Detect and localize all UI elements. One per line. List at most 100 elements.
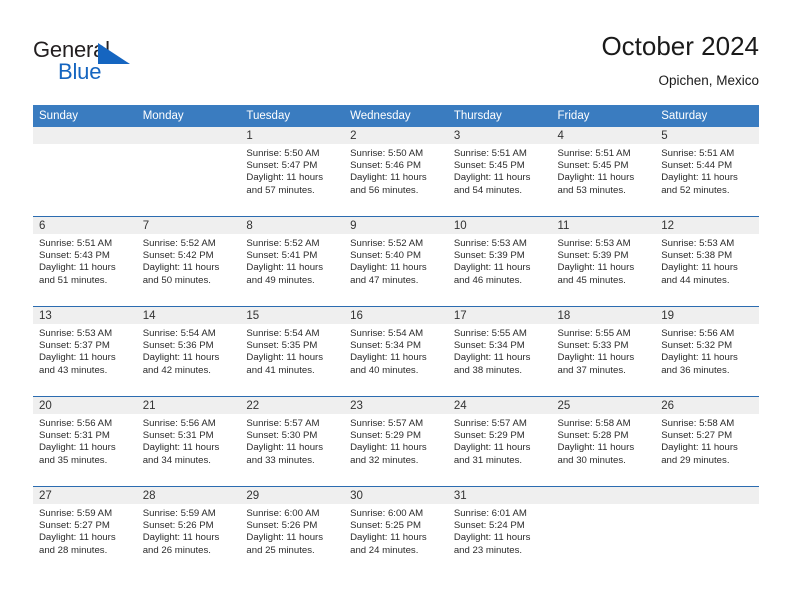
daylight-duration-line1: Daylight: 11 hours <box>39 262 116 274</box>
calendar-cell-inner: 21 Sunrise: 5:56 AM Sunset: 5:31 PM Dayligh… <box>136 397 241 486</box>
daylight-duration-line1: Daylight: 11 hours <box>246 172 324 184</box>
calendar-table: Sunday Monday Tuesday Wednesday Thursday… <box>33 105 759 576</box>
day-sun-info: Sunrise: 5:50 AM Sunset: 5:47 PM Daylight:… <box>240 144 344 197</box>
daylight-duration-line1: Daylight: 11 hours <box>453 532 531 544</box>
daylight-duration-line2: and 52 minutes. <box>661 184 730 196</box>
day-number: 2 <box>344 127 448 144</box>
sunrise-time: Sunrise: 5:57 AM <box>350 418 424 429</box>
calendar-day-cell[interactable]: 18 Sunrise: 5:55 AM Sunset: 5:33 PM Dayligh… <box>551 306 656 397</box>
sunrise-time: Sunrise: 5:53 AM <box>453 238 527 249</box>
calendar-day-cell[interactable]: 9 Sunrise: 5:52 AM Sunset: 5:40 PM Daylight… <box>344 216 448 307</box>
sunset-time: Sunset: 5:26 PM <box>246 520 318 532</box>
calendar-day-cell[interactable]: 28 Sunrise: 5:59 AM Sunset: 5:26 PM Dayligh… <box>136 487 241 577</box>
day-sun-info: Sunrise: 5:55 AM Sunset: 5:33 PM Daylight:… <box>552 324 656 377</box>
calendar-day-cell[interactable]: 11 Sunrise: 5:53 AM Sunset: 5:39 PM Dayligh… <box>551 216 656 307</box>
sunset-time: Sunset: 5:25 PM <box>350 520 422 532</box>
daylight-duration-line2: and 40 minutes. <box>350 364 419 376</box>
brand-logo[interactable]: General Blue <box>33 38 243 90</box>
calendar-day-cell[interactable]: 1 Sunrise: 5:50 AM Sunset: 5:47 PM Daylight… <box>240 127 345 217</box>
day-sun-info: Sunrise: 5:57 AM Sunset: 5:30 PM Daylight:… <box>240 414 344 467</box>
daylight-duration-line1: Daylight: 11 hours <box>661 262 738 274</box>
calendar-cell-inner: 26 Sunrise: 5:58 AM Sunset: 5:27 PM Dayligh… <box>655 397 759 486</box>
calendar-day-cell[interactable]: 23 Sunrise: 5:57 AM Sunset: 5:29 PM Dayligh… <box>344 396 448 487</box>
calendar-cell-inner: 3 Sunrise: 5:51 AM Sunset: 5:45 PM Daylight… <box>447 127 552 216</box>
calendar-cell-inner <box>551 487 656 576</box>
calendar-day-cell[interactable]: 8 Sunrise: 5:52 AM Sunset: 5:41 PM Daylight… <box>240 216 345 307</box>
daylight-duration-line2: and 29 minutes. <box>661 454 730 466</box>
calendar-week-row: 27 Sunrise: 5:59 AM Sunset: 5:27 PM Dayligh… <box>33 487 759 577</box>
daylight-duration-line1: Daylight: 11 hours <box>350 532 427 544</box>
calendar-day-cell[interactable]: 4 Sunrise: 5:51 AM Sunset: 5:45 PM Daylight… <box>551 127 656 217</box>
calendar-day-cell[interactable]: 30 Sunrise: 6:00 AM Sunset: 5:25 PM Dayligh… <box>344 487 448 577</box>
calendar-cell-empty <box>655 487 759 577</box>
calendar-day-cell[interactable]: 24 Sunrise: 5:57 AM Sunset: 5:29 PM Dayligh… <box>447 396 552 487</box>
day-sun-info: Sunrise: 5:54 AM Sunset: 5:34 PM Daylight:… <box>344 324 448 377</box>
daylight-duration-line1: Daylight: 11 hours <box>661 442 738 454</box>
day-sun-info: Sunrise: 5:55 AM Sunset: 5:34 PM Daylight:… <box>448 324 552 377</box>
day-number <box>551 487 656 504</box>
day-number: 30 <box>344 487 448 504</box>
sunrise-time: Sunrise: 5:59 AM <box>142 508 216 519</box>
day-number: 19 <box>655 307 759 324</box>
daylight-duration-line2: and 42 minutes. <box>142 364 211 376</box>
calendar-day-cell[interactable]: 14 Sunrise: 5:54 AM Sunset: 5:36 PM Dayligh… <box>136 306 241 397</box>
calendar-day-cell[interactable]: 2 Sunrise: 5:50 AM Sunset: 5:46 PM Daylight… <box>344 127 448 217</box>
day-sun-info: Sunrise: 5:57 AM Sunset: 5:29 PM Daylight:… <box>344 414 448 467</box>
calendar-day-cell[interactable]: 5 Sunrise: 5:51 AM Sunset: 5:44 PM Daylight… <box>655 127 759 217</box>
daylight-duration-line1: Daylight: 11 hours <box>246 262 324 274</box>
daylight-duration-line1: Daylight: 11 hours <box>557 172 635 184</box>
sunrise-time: Sunrise: 5:50 AM <box>350 148 424 159</box>
day-number: 26 <box>655 397 759 414</box>
day-sun-info: Sunrise: 6:01 AM Sunset: 5:24 PM Daylight:… <box>448 504 552 557</box>
sunset-time: Sunset: 5:30 PM <box>246 430 318 442</box>
sunrise-time: Sunrise: 5:57 AM <box>453 418 527 429</box>
calendar-day-cell[interactable]: 3 Sunrise: 5:51 AM Sunset: 5:45 PM Daylight… <box>447 127 552 217</box>
calendar-cell-inner: 1 Sunrise: 5:50 AM Sunset: 5:47 PM Daylight… <box>240 127 345 216</box>
calendar-header-row: Sunday Monday Tuesday Wednesday Thursday… <box>33 105 759 127</box>
sunrise-time: Sunrise: 5:52 AM <box>142 238 216 249</box>
calendar-day-cell[interactable]: 29 Sunrise: 6:00 AM Sunset: 5:26 PM Dayligh… <box>240 487 345 577</box>
calendar-cell-inner: 31 Sunrise: 6:01 AM Sunset: 5:24 PM Dayligh… <box>447 487 552 576</box>
daylight-duration-line2: and 51 minutes. <box>39 274 108 286</box>
calendar-cell-inner: 4 Sunrise: 5:51 AM Sunset: 5:45 PM Daylight… <box>551 127 656 216</box>
sunset-time: Sunset: 5:40 PM <box>350 250 422 262</box>
day-number: 31 <box>447 487 552 504</box>
calendar-day-cell[interactable]: 27 Sunrise: 5:59 AM Sunset: 5:27 PM Dayligh… <box>33 487 137 577</box>
calendar-day-cell[interactable]: 7 Sunrise: 5:52 AM Sunset: 5:42 PM Daylight… <box>136 216 241 307</box>
daylight-duration-line2: and 32 minutes. <box>350 454 419 466</box>
calendar-day-cell[interactable]: 25 Sunrise: 5:58 AM Sunset: 5:28 PM Dayligh… <box>551 396 656 487</box>
day-sun-info <box>552 504 656 508</box>
daylight-duration-line1: Daylight: 11 hours <box>246 442 324 454</box>
calendar-cell-inner: 18 Sunrise: 5:55 AM Sunset: 5:33 PM Dayligh… <box>551 307 656 396</box>
daylight-duration-line2: and 23 minutes. <box>453 544 523 556</box>
calendar-cell-inner: 11 Sunrise: 5:53 AM Sunset: 5:39 PM Dayligh… <box>551 217 656 306</box>
calendar-day-cell[interactable]: 21 Sunrise: 5:56 AM Sunset: 5:31 PM Dayligh… <box>136 396 241 487</box>
daylight-duration-line2: and 54 minutes. <box>453 184 523 196</box>
calendar-day-cell[interactable]: 26 Sunrise: 5:58 AM Sunset: 5:27 PM Dayligh… <box>655 396 759 487</box>
calendar-day-cell[interactable]: 13 Sunrise: 5:53 AM Sunset: 5:37 PM Dayligh… <box>33 306 137 397</box>
calendar-day-cell[interactable]: 6 Sunrise: 5:51 AM Sunset: 5:43 PM Daylight… <box>33 216 137 307</box>
weekday-header-friday: Friday <box>551 105 656 127</box>
calendar-day-cell[interactable]: 31 Sunrise: 6:01 AM Sunset: 5:24 PM Dayligh… <box>447 487 552 577</box>
calendar-day-cell[interactable]: 20 Sunrise: 5:56 AM Sunset: 5:31 PM Dayligh… <box>33 396 137 487</box>
sunset-time: Sunset: 5:34 PM <box>350 340 422 352</box>
calendar-week-row: 6 Sunrise: 5:51 AM Sunset: 5:43 PM Daylight… <box>33 216 759 307</box>
sunrise-time: Sunrise: 5:55 AM <box>453 328 527 339</box>
calendar-day-cell[interactable]: 17 Sunrise: 5:55 AM Sunset: 5:34 PM Dayligh… <box>447 306 552 397</box>
calendar-day-cell[interactable]: 12 Sunrise: 5:53 AM Sunset: 5:38 PM Dayligh… <box>655 216 759 307</box>
calendar-day-cell[interactable]: 10 Sunrise: 5:53 AM Sunset: 5:39 PM Dayligh… <box>447 216 552 307</box>
day-number: 20 <box>33 397 137 414</box>
day-sun-info: Sunrise: 5:54 AM Sunset: 5:35 PM Daylight:… <box>240 324 344 377</box>
calendar-day-cell[interactable]: 22 Sunrise: 5:57 AM Sunset: 5:30 PM Dayligh… <box>240 396 345 487</box>
calendar-day-cell[interactable]: 19 Sunrise: 5:56 AM Sunset: 5:32 PM Dayligh… <box>655 306 759 397</box>
calendar-day-cell[interactable]: 16 Sunrise: 5:54 AM Sunset: 5:34 PM Dayligh… <box>344 306 448 397</box>
calendar-day-cell[interactable]: 15 Sunrise: 5:54 AM Sunset: 5:35 PM Dayligh… <box>240 306 345 397</box>
day-number: 18 <box>551 307 656 324</box>
daylight-duration-line2: and 53 minutes. <box>557 184 626 196</box>
day-number: 5 <box>655 127 759 144</box>
calendar-cell-inner: 5 Sunrise: 5:51 AM Sunset: 5:44 PM Daylight… <box>655 127 759 216</box>
sunset-time: Sunset: 5:24 PM <box>453 520 525 532</box>
daylight-duration-line2: and 45 minutes. <box>557 274 626 286</box>
calendar-week-row: 13 Sunrise: 5:53 AM Sunset: 5:37 PM Dayligh… <box>33 306 759 397</box>
calendar-cell-inner: 22 Sunrise: 5:57 AM Sunset: 5:30 PM Dayligh… <box>240 397 345 486</box>
